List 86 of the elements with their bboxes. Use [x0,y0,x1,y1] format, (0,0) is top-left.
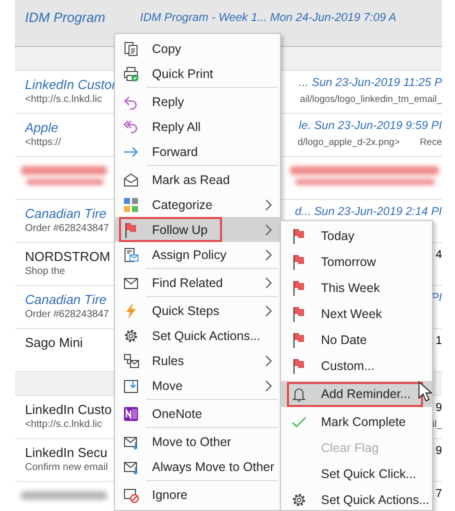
message-text: ail/logos/logo_linkedin_tm_email_ [300,94,442,105]
check-icon [291,414,307,430]
category-grid-icon [123,196,139,212]
flag-icon [291,228,307,244]
message-text: 9 [436,445,442,459]
reply-icon [123,94,139,110]
chevron-icon [265,199,272,211]
menu-item[interactable]: Reply [115,89,280,114]
menu-item[interactable]: Quick Print [115,61,280,86]
menu-item[interactable]: Set Quick Actions... [281,487,432,510]
preview-text: Order #628243847 [25,309,110,320]
sender-name: LinkedIn Custor [25,77,114,94]
reply-all-icon [123,118,139,134]
sender-name: Sago Mini [25,335,84,352]
policy-icon [123,246,139,262]
chevron-icon [265,224,272,236]
rules-icon [123,352,139,368]
message-text: ... Sun 23-Jun-2019 11:25 P [299,77,442,91]
chevron-icon [265,277,272,289]
message-text: le. Sun 23-Jun-2019 9:59 PI [298,120,442,134]
menu-item[interactable]: Next Week [281,301,432,327]
menu-item[interactable]: Add Reminder... [281,381,432,407]
menu-item[interactable]: No Date [281,327,432,353]
onenote-icon [123,406,139,422]
flag-icon [291,332,307,348]
sender-name: Canadian Tire [25,206,108,223]
chevron-icon [265,355,272,367]
menu-item[interactable]: Rules [115,348,280,373]
preview-text: <http://s.c.lnkd.lic [25,94,103,105]
menu-item[interactable]: Mark as Read [115,167,280,192]
preview-text: Shop the [25,266,66,277]
sender-name: IDM Program [24,10,106,25]
sender-name: NORDSTROM [25,249,112,266]
menu-item[interactable]: Move [115,373,280,398]
chevron-icon [265,305,272,317]
ignore-icon [123,486,139,502]
sender-name: Canadian Tire [25,292,108,309]
message-text: 4 [436,249,442,263]
bell-icon [291,386,307,402]
menu-item[interactable]: Follow Up [115,217,280,242]
message-text: 7 [436,488,442,502]
menu-item[interactable]: This Week [281,275,432,301]
flag-icon [291,280,307,296]
preview-text: <https:// [25,137,62,148]
gear-icon [123,328,139,344]
menu-item[interactable]: Mark Complete [281,409,432,435]
sender-name: LinkedIn Custo [25,402,113,419]
preview-text: <http://s.c.lnkd.lic [25,419,103,430]
menu-item[interactable]: Move to Other [115,429,280,454]
menu-item[interactable]: Reply All [115,114,280,139]
flag-icon [291,306,307,322]
flag-icon [123,222,139,238]
menu-item[interactable]: Set Quick Actions... [115,323,280,348]
menu-item[interactable]: Today [281,223,432,249]
lightning-icon [123,302,139,318]
preview-text: Confirm new email [25,462,109,473]
chevron-icon [265,380,272,392]
menu-item[interactable]: Set Quick Click... [281,461,432,487]
menu-item[interactable]: Forward [115,139,280,164]
sender-name: LinkedIn Secu [25,445,108,462]
copy-icon [123,40,139,56]
gear-icon [291,492,307,508]
flag-icon [291,358,307,374]
preview-text: Order #628243847 [25,223,110,234]
printer-icon [123,66,139,82]
menu-item[interactable]: Copy [115,36,280,61]
menu-item[interactable]: Quick Steps [115,298,280,323]
message-text: 1 [436,335,442,349]
message-text: d/logo_apple_d-2x.png> [298,137,400,148]
flag-icon [291,254,307,270]
menu-item[interactable]: Tomorrow [281,249,432,275]
message-text: 9 [436,402,442,416]
menu-item[interactable]: OneNote [115,401,280,426]
message-text: il_ [432,419,442,430]
menu-item[interactable]: Assign Policy [115,242,280,267]
envelope-icon [123,172,139,188]
menu-item[interactable]: Find Related [115,270,280,295]
menu-item[interactable]: Ignore [115,482,280,507]
message-text: Rece [420,137,442,148]
menu-item[interactable]: Always Move to Other [115,454,280,479]
sender-name: Apple [25,120,60,137]
message-text: d... Sun 23-Jun-2019 2:14 PI [294,206,442,220]
subject-line: IDM Program - Week 1... Mon 24-Jun-2019 7:09 A [140,11,398,24]
chevron-icon [265,249,272,261]
menu-item[interactable]: Categorize [115,192,280,217]
menu-item[interactable]: Custom... [281,353,432,379]
